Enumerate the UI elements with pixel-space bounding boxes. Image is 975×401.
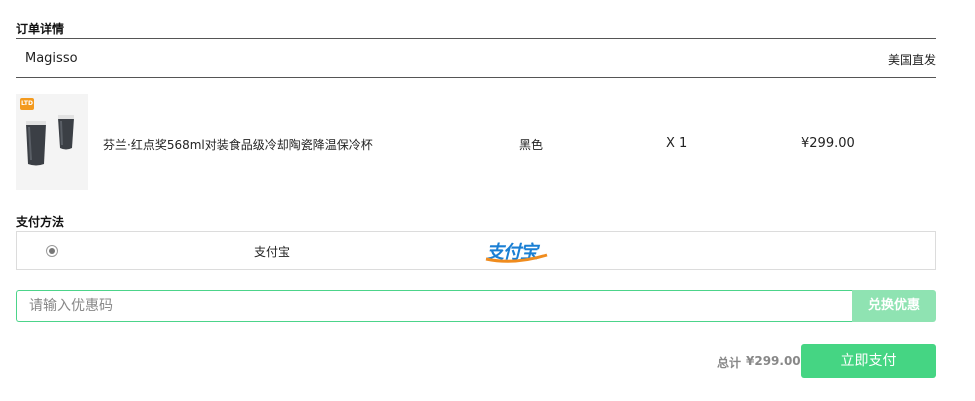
product-price: ¥299.00 — [801, 136, 855, 151]
payment-method-title: 支付方法 — [16, 215, 65, 229]
coupon-input[interactable] — [16, 290, 852, 322]
shipping-type: 美国直发 — [887, 53, 936, 67]
product-name[interactable]: 芬兰·红点奖568ml对装食品级冷却陶瓷降温保冷杯 — [103, 136, 373, 153]
shop-name[interactable]: Magisso — [25, 51, 78, 66]
payment-radio[interactable] — [46, 245, 58, 257]
product-image[interactable]: LTD — [16, 94, 88, 190]
redeem-coupon-button[interactable]: 兑换优惠 — [852, 290, 936, 322]
order-details-title: 订单详情 — [16, 22, 65, 36]
limited-badge: LTD — [20, 98, 34, 110]
shop-divider — [16, 77, 936, 78]
alipay-swoosh-icon — [485, 253, 548, 263]
payment-option-alipay[interactable]: 支付宝 支付宝 — [16, 231, 936, 270]
product-color: 黑色 — [519, 138, 544, 152]
total-value: ¥299.00 — [746, 354, 801, 368]
pay-now-button[interactable]: 立即支付 — [801, 344, 936, 378]
product-quantity: X 1 — [666, 136, 688, 151]
total-label: 总计 — [717, 356, 742, 370]
header-divider — [16, 38, 936, 39]
payment-method-label: 支付宝 — [254, 245, 291, 259]
alipay-logo: 支付宝 — [484, 237, 550, 263]
